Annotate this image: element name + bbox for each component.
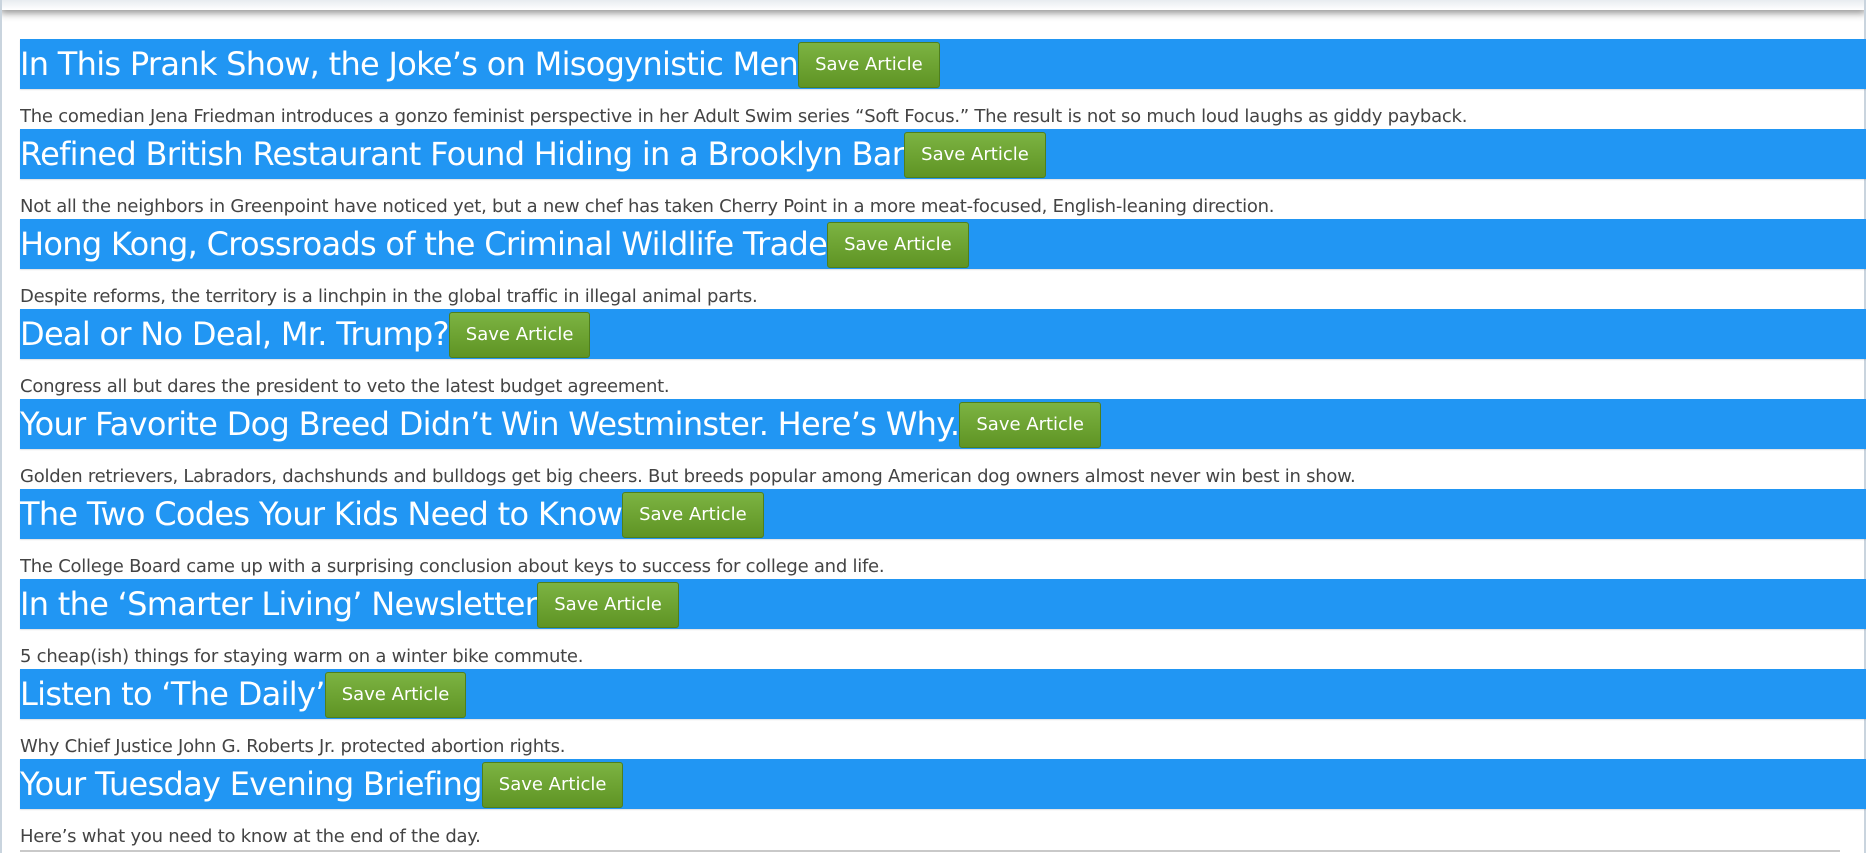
article-headline[interactable]: Listen to ‘The Daily’ — [20, 669, 325, 719]
save-article-button[interactable]: Save Article — [537, 582, 679, 628]
article-card: Hong Kong, Crossroads of the Criminal Wi… — [20, 219, 1866, 309]
article-card: Listen to ‘The Daily’ Save Article Why C… — [20, 669, 1866, 759]
article-summary: Not all the neighbors in Greenpoint have… — [20, 196, 1275, 217]
headline-bar: Your Tuesday Evening Briefing Save Artic… — [20, 759, 1866, 809]
top-navbar-shadow — [0, 0, 1866, 10]
article-headline[interactable]: Your Favorite Dog Breed Didn’t Win Westm… — [20, 399, 960, 449]
article-summary: Golden retrievers, Labradors, dachshunds… — [20, 466, 1356, 487]
article-headline[interactable]: In This Prank Show, the Joke’s on Misogy… — [20, 39, 799, 89]
article-card: In the ‘Smarter Living’ Newsletter Save … — [20, 579, 1866, 669]
headline-bar: Listen to ‘The Daily’ Save Article — [20, 669, 1866, 719]
article-summary: Despite reforms, the territory is a linc… — [20, 286, 758, 307]
article-summary: Why Chief Justice John G. Roberts Jr. pr… — [20, 736, 566, 757]
left-border — [0, 0, 2, 853]
headline-bar: In This Prank Show, the Joke’s on Misogy… — [20, 39, 1866, 89]
article-card: In This Prank Show, the Joke’s on Misogy… — [20, 39, 1866, 129]
article-summary: Congress all but dares the president to … — [20, 376, 670, 397]
article-card: Deal or No Deal, Mr. Trump? Save Article… — [20, 309, 1866, 399]
save-article-button[interactable]: Save Article — [827, 222, 969, 268]
headline-bar: In the ‘Smarter Living’ Newsletter Save … — [20, 579, 1866, 629]
bottom-divider — [20, 850, 1840, 852]
article-headline[interactable]: Hong Kong, Crossroads of the Criminal Wi… — [20, 219, 828, 269]
article-summary: 5 cheap(ish) things for staying warm on … — [20, 646, 584, 667]
article-headline[interactable]: Refined British Restaurant Found Hiding … — [20, 129, 905, 179]
article-card: The Two Codes Your Kids Need to Know Sav… — [20, 489, 1866, 579]
headline-bar: The Two Codes Your Kids Need to Know Sav… — [20, 489, 1866, 539]
article-card: Refined British Restaurant Found Hiding … — [20, 129, 1866, 219]
save-article-button[interactable]: Save Article — [798, 42, 940, 88]
save-article-button[interactable]: Save Article — [959, 402, 1102, 448]
article-card: Your Tuesday Evening Briefing Save Artic… — [20, 759, 1866, 849]
save-article-button[interactable]: Save Article — [324, 672, 467, 718]
article-headline[interactable]: Your Tuesday Evening Briefing — [20, 759, 482, 809]
save-article-button[interactable]: Save Article — [622, 492, 764, 538]
headline-bar: Your Favorite Dog Breed Didn’t Win Westm… — [20, 399, 1866, 449]
headline-bar: Deal or No Deal, Mr. Trump? Save Article — [20, 309, 1866, 359]
article-list: In This Prank Show, the Joke’s on Misogy… — [20, 39, 1866, 849]
headline-bar: Refined British Restaurant Found Hiding … — [20, 129, 1866, 179]
save-article-button[interactable]: Save Article — [904, 132, 1046, 178]
article-summary: The comedian Jena Friedman introduces a … — [20, 106, 1468, 127]
save-article-button[interactable]: Save Article — [481, 762, 624, 808]
article-card: Your Favorite Dog Breed Didn’t Win Westm… — [20, 399, 1866, 489]
article-headline[interactable]: The Two Codes Your Kids Need to Know — [20, 489, 623, 539]
article-headline[interactable]: In the ‘Smarter Living’ Newsletter — [20, 579, 538, 629]
article-headline[interactable]: Deal or No Deal, Mr. Trump? — [20, 309, 449, 359]
article-summary: Here’s what you need to know at the end … — [20, 826, 481, 847]
article-summary: The College Board came up with a surpris… — [20, 556, 885, 577]
save-article-button[interactable]: Save Article — [448, 312, 591, 358]
headline-bar: Hong Kong, Crossroads of the Criminal Wi… — [20, 219, 1866, 269]
